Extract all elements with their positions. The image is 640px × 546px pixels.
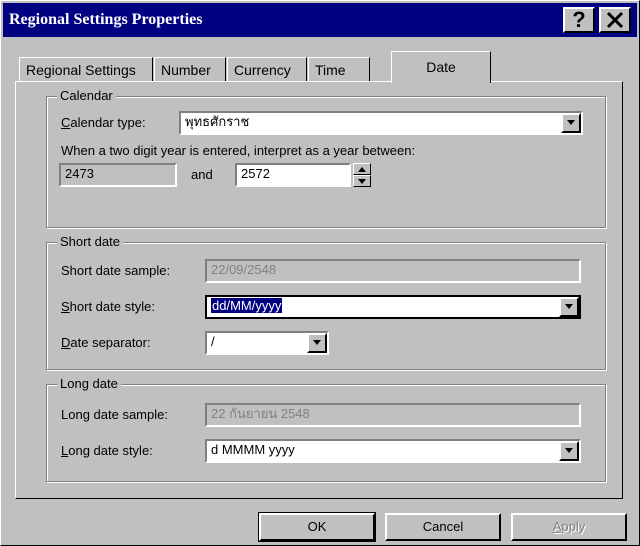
long-date-group-label: Long date [57,376,121,391]
window-title: Regional Settings Properties [9,11,203,28]
long-date-style-label: Long date style: [61,443,153,458]
date-separator-dropdown-button[interactable] [307,333,327,353]
calendar-type-dropdown-button[interactable] [561,113,581,133]
close-button[interactable] [599,7,631,33]
short-date-group-label: Short date [57,234,123,249]
short-date-style-value: dd/MM/yyyy [211,298,283,313]
tab-regional-settings[interactable]: Regional Settings [19,57,153,81]
year-from-field: 2473 [59,163,177,187]
short-date-group: Short date Short date sample: 22/09/2548… [46,234,606,370]
tab-date[interactable]: Date [391,51,491,83]
year-to-input[interactable]: 2572 [235,163,351,187]
arrow-up-icon [358,167,366,172]
calendar-type-label: Calendar type: [61,115,146,130]
and-label: and [191,167,213,182]
long-date-style-dropdown-button[interactable] [559,441,579,461]
spin-up-button[interactable] [353,163,371,175]
two-digit-year-text: When a two digit year is entered, interp… [61,143,416,158]
date-tab-panel: Calendar Calendar type: พุทธศักราช When … [15,81,623,499]
chevron-down-icon [565,304,573,309]
date-separator-label: Date separator: [61,335,151,350]
date-separator-select[interactable]: / [205,331,329,355]
date-separator-value: / [211,334,215,349]
short-date-style-dropdown-button[interactable] [559,297,579,317]
short-date-style-select[interactable]: dd/MM/yyyy [205,295,581,319]
calendar-type-select[interactable]: พุทธศักราช [179,111,583,135]
dialog-window: Regional Settings Properties ? Regional … [0,0,640,546]
chevron-down-icon [567,120,575,125]
calendar-type-value: พุทธศักราช [185,114,250,129]
close-icon [606,11,624,29]
short-date-sample-field: 22/09/2548 [205,259,581,283]
cancel-button[interactable]: Cancel [385,513,501,541]
long-date-sample-field: 22 กันยายน 2548 [205,403,581,427]
tab-time[interactable]: Time [308,57,370,81]
title-bar[interactable]: Regional Settings Properties ? [3,3,637,37]
calendar-group: Calendar Calendar type: พุทธศักราช When … [46,88,606,228]
chevron-down-icon [313,340,321,345]
arrow-down-icon [358,179,366,184]
help-button[interactable]: ? [563,7,595,33]
ok-button[interactable]: OK [258,512,376,542]
tab-number[interactable]: Number [154,57,226,81]
long-date-group: Long date Long date sample: 22 กันยายน 2… [46,376,606,482]
long-date-style-select[interactable]: d MMMM yyyy [205,439,581,463]
spin-down-button[interactable] [353,175,371,187]
chevron-down-icon [565,448,573,453]
long-date-sample-label: Long date sample: [61,407,168,422]
long-date-style-value: d MMMM yyyy [211,442,295,457]
tab-currency[interactable]: Currency [227,57,307,81]
apply-button[interactable]: Apply [511,513,627,541]
short-date-sample-label: Short date sample: [61,263,171,278]
year-spinner[interactable] [353,163,371,187]
calendar-group-label: Calendar [57,88,116,103]
short-date-style-label: Short date style: [61,299,155,314]
